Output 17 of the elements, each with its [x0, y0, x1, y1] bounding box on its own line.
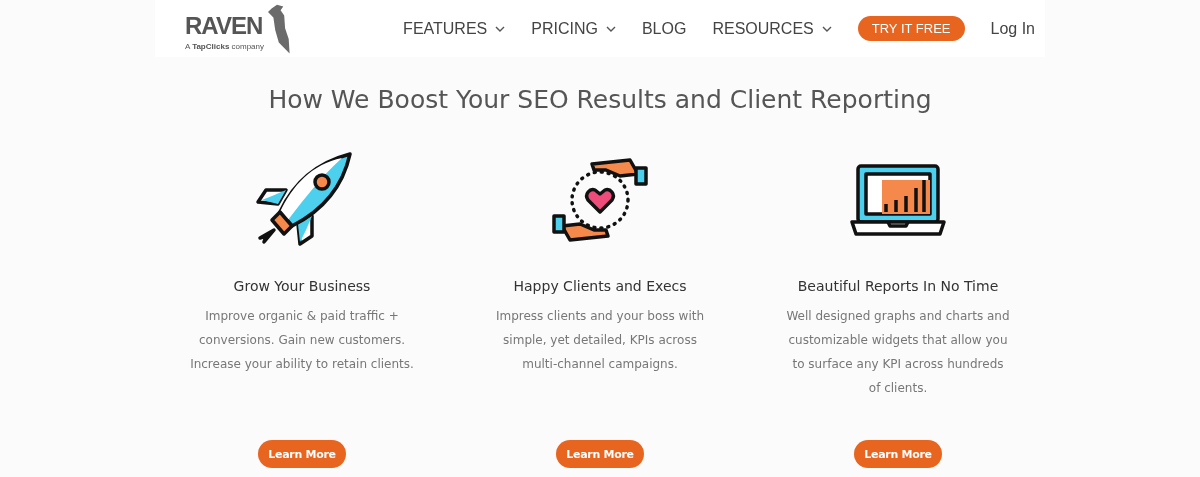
logo-wordmark: RAVEN: [185, 12, 263, 40]
chevron-down-icon: [605, 25, 616, 32]
chevron-down-icon: [821, 25, 832, 32]
logo-tagline: A TapClicks company: [185, 42, 264, 51]
nav-link[interactable]: PRICING: [531, 19, 616, 38]
feature-description: Well designed graphs and charts and customizable widgets that allow you to surface any KPI across hundreds of clients.: [785, 308, 1011, 397]
feature-description: Improve organic & paid traffic + conversions. Gain new customers. Increase your ability to retain clients.: [189, 308, 415, 373]
nav-link[interactable]: BLOG: [641, 19, 687, 38]
nav-link[interactable]: FEATURES: [403, 19, 506, 38]
chevron-down-icon: [495, 25, 506, 32]
section-heading: How We Boost Your SEO Results and Client Reporting: [268, 85, 932, 114]
feature-title: Grow Your Business: [233, 278, 371, 294]
nav-link[interactable]: RESOURCES: [712, 19, 832, 38]
login-link[interactable]: Log In: [990, 19, 1035, 38]
feature-description: Impress clients and your boss with simple, yet detailed, KPIs across multi-channel campaigns.: [494, 308, 706, 373]
feature-title: Happy Clients and Execs: [513, 278, 687, 294]
feature-title: Beautiful Reports In No Time: [797, 278, 999, 294]
